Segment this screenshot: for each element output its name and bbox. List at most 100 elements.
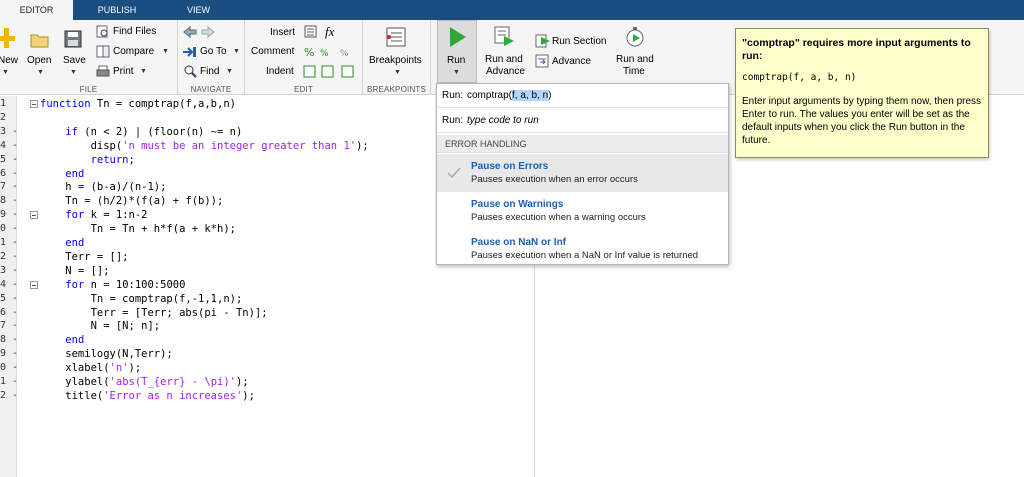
run-prefix-label-2: Run: (442, 115, 464, 126)
line-number: 1 - (0, 237, 19, 248)
compare-caret-icon: ▼ (162, 48, 169, 55)
run-command-close: ) (548, 90, 552, 101)
save-disk-icon (64, 30, 82, 48)
new-icon (0, 28, 15, 48)
line-number: 8 - (0, 334, 19, 346)
line-number: 3 - (0, 264, 19, 276)
line-number: 9 - (0, 348, 19, 360)
printer-icon (96, 65, 110, 77)
code-line[interactable]: function Tn = comptrap(f,a,b,n) (40, 97, 236, 111)
code-line[interactable]: ylabel('abs(T_{err} - \pi)'); (40, 375, 248, 389)
pause-on-nan-inf-item[interactable]: Pause on NaN or Inf Pauses execution whe… (437, 230, 728, 268)
find-label: Find (200, 66, 220, 77)
pause-on-errors-desc: Pauses execution when an error occurs (471, 174, 638, 185)
code-line[interactable]: Tn = Tn + h*f(a + k*h); (40, 222, 236, 236)
line-number: 4 - (0, 278, 19, 290)
run-command-name: comptrap( (467, 90, 513, 101)
line-number: 6 - (0, 306, 19, 318)
code-line[interactable]: Terr = [Terr; abs(pi - Tn)]; (40, 306, 268, 320)
run-input-tooltip: "comptrap" requires more input arguments… (735, 28, 989, 158)
new-caret-icon: ▼ (2, 69, 9, 76)
code-line[interactable]: N = [N; n]; (40, 319, 161, 333)
pause-on-errors-item[interactable]: Pause on Errors Pauses execution when an… (437, 154, 728, 192)
run-command-text: comptrap(f, a, b, n) (467, 90, 552, 101)
pause-on-warnings-desc: Pauses execution when a warning occurs (471, 212, 646, 223)
indent-label: Indent (266, 66, 294, 77)
svg-text:%: % (320, 49, 329, 59)
breakpoints-section-label: BREAKPOINTS (366, 85, 427, 94)
fold-toggle-icon[interactable] (30, 211, 38, 220)
tooltip-title: "comptrap" requires more input arguments… (742, 37, 971, 62)
line-number: 5 - (0, 153, 19, 165)
code-line[interactable]: for k = 1:n-2 (40, 208, 147, 222)
line-number: 1 (0, 98, 7, 109)
run-input-row[interactable]: Run: comptrap(f, a, b, n) (437, 84, 728, 108)
svg-text:%: % (340, 49, 349, 59)
compare-icon (96, 45, 110, 58)
run-prefix-label: Run: (442, 90, 464, 101)
comment-icons: %%% (304, 46, 349, 59)
comment-label: Comment (251, 46, 295, 57)
run-section-icon (535, 34, 550, 48)
tab-publish[interactable]: PUBLISH (73, 0, 161, 20)
goto-label: Go To (200, 46, 227, 57)
code-line[interactable]: title('Error as n increases'); (40, 389, 255, 403)
print-caret-icon: ▼ (140, 68, 147, 75)
code-line[interactable]: end (40, 236, 84, 250)
file-section-label: FILE (79, 85, 98, 94)
stopwatch-play-icon (626, 27, 644, 47)
compare-label: Compare (113, 46, 155, 57)
run-and-time-line1: Run and (616, 54, 654, 65)
edit-section-label: EDIT (293, 85, 314, 94)
svg-text:%: % (304, 46, 314, 59)
code-line[interactable]: xlabel('n'); (40, 361, 141, 375)
line-number: 2 - (0, 389, 19, 401)
run-dropdown-menu: Run: comptrap(f, a, b, n) Run: type code… (436, 83, 729, 265)
insert-label: Insert (270, 27, 296, 38)
line-number: 2 (0, 111, 7, 123)
find-files-label: Find Files (113, 26, 157, 37)
pause-on-warnings-item[interactable]: Pause on Warnings Pauses execution when … (437, 192, 728, 230)
code-line[interactable]: end (40, 333, 84, 347)
pause-on-errors-title: Pause on Errors (471, 161, 549, 172)
find-files-icon (96, 25, 108, 38)
code-line[interactable]: N = []; (40, 264, 109, 278)
tab-editor[interactable]: EDITOR (0, 0, 73, 20)
new-label: New (0, 55, 19, 66)
error-handling-header: ERROR HANDLING (437, 135, 728, 153)
advance-label: Advance (552, 56, 591, 67)
code-line[interactable]: Tn = comptrap(f,-1,1,n); (40, 292, 243, 306)
code-line[interactable]: Tn = (h/2)*(f(a) + f(b)); (40, 194, 223, 208)
tooltip-signature: comptrap(f, a, b, n) (742, 72, 857, 83)
line-number: 3 - (0, 125, 19, 137)
navigate-section: Go To ▼ Find ▼ NAVIGATE (178, 20, 245, 95)
run-section-label: Run Section (552, 36, 607, 47)
fold-toggle-icon[interactable] (30, 100, 38, 108)
run-type-code-row[interactable]: Run: type code to run (437, 109, 728, 133)
insert-icon (304, 25, 317, 38)
code-line[interactable]: h = (b-a)/(n-1); (40, 180, 166, 194)
tab-view[interactable]: VIEW (161, 0, 236, 20)
run-caret-icon: ▼ (453, 69, 460, 76)
print-label: Print (113, 66, 134, 77)
line-number: 2 - (0, 250, 19, 262)
breakpoints-icon (386, 27, 406, 47)
code-line[interactable]: return; (40, 153, 135, 167)
fx-button[interactable]: fx (325, 24, 334, 40)
code-line[interactable]: for n = 10:100:5000 (40, 278, 185, 292)
code-line[interactable]: if (n < 2) | (floor(n) ~= n) (40, 125, 242, 139)
edit-section: Insert fx Comment %%% Indent EDIT (245, 20, 363, 95)
run-button[interactable]: Run ▼ (437, 20, 477, 83)
line-number: 1 - (0, 376, 19, 387)
run-label: Run (447, 55, 466, 66)
code-line[interactable]: disp('n must be an integer greater than … (40, 139, 369, 153)
run-and-advance-line1: Run and (485, 54, 523, 65)
code-line[interactable]: semilogy(N,Terr); (40, 347, 172, 361)
code-line[interactable]: end (40, 167, 84, 181)
fold-toggle-icon[interactable] (30, 280, 38, 289)
indent-icons (303, 65, 354, 78)
line-number: 0 - (0, 362, 19, 374)
code-line[interactable]: Terr = []; (40, 250, 128, 264)
run-play-icon (450, 27, 466, 47)
run-args-selected: f, a, b, n (512, 90, 549, 101)
